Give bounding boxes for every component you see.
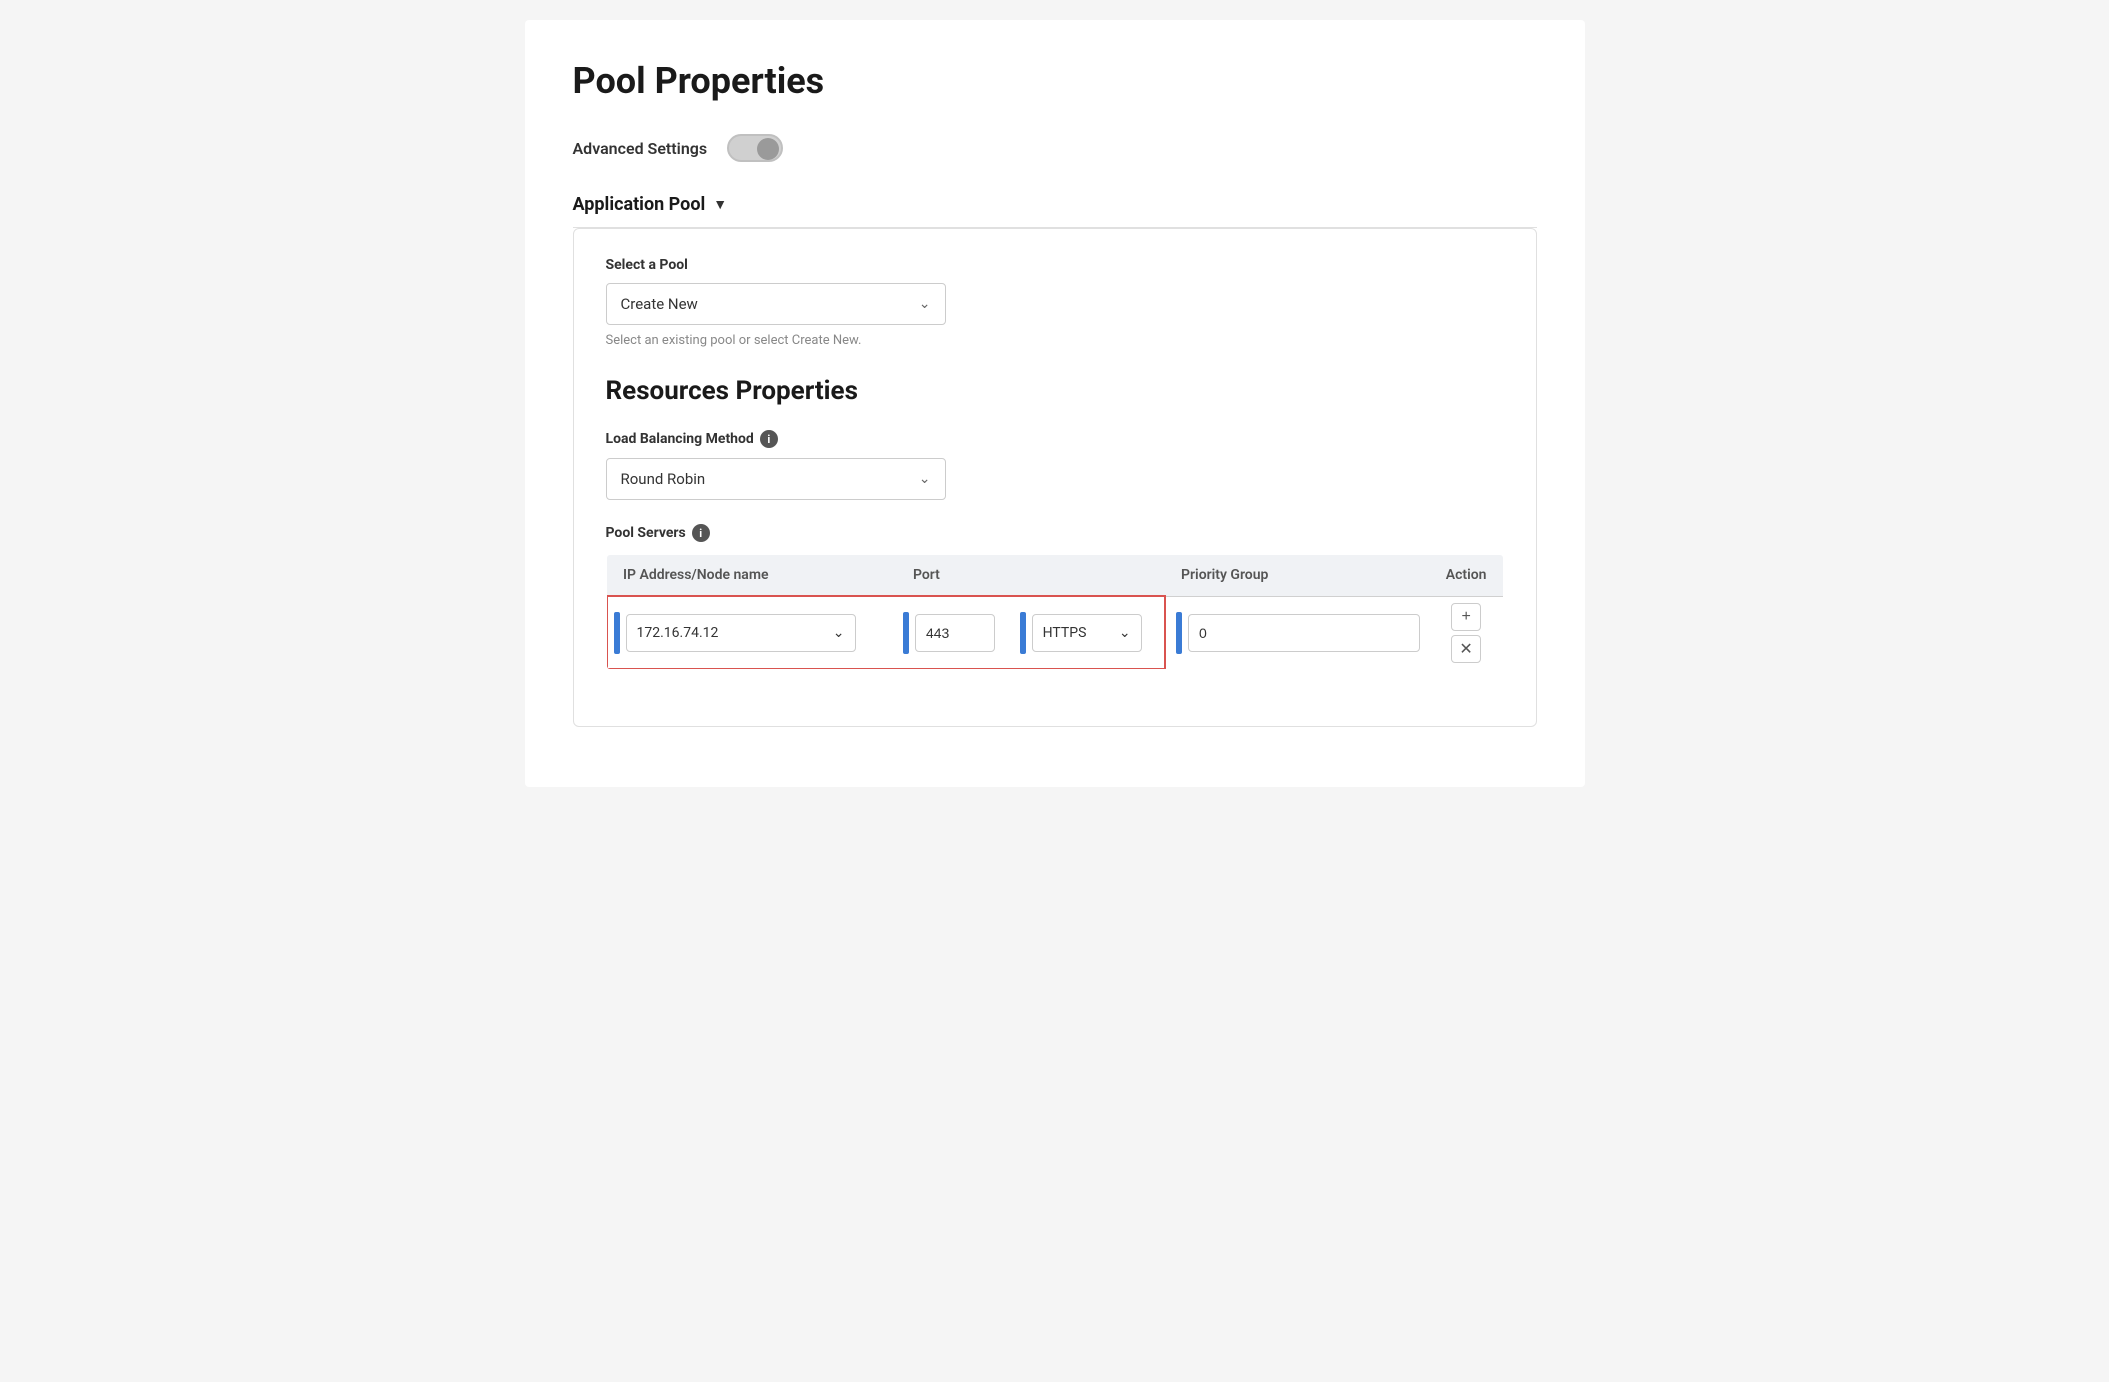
ip-chevron-icon: ⌄ [833,625,845,641]
load-balancing-label: Load Balancing Method i [606,430,1504,448]
port-cell-inner [903,612,1008,654]
advanced-settings-row: Advanced Settings [573,134,1537,162]
ip-cell-inner: 172.16.74.12 ⌄ [614,612,887,654]
protocol-cell: HTTPS ⌄ [1014,596,1165,669]
toggle-knob [757,138,779,160]
priority-blue-bar [1176,612,1182,654]
col-header-protocol [1014,555,1165,597]
select-pool-hint: Select an existing pool or select Create… [606,333,1504,348]
priority-cell [1165,596,1430,669]
ip-blue-bar [614,612,620,654]
col-header-priority: Priority Group [1165,555,1430,597]
priority-input[interactable] [1188,614,1420,652]
col-header-port: Port [897,555,1014,597]
ip-select-dropdown[interactable]: 172.16.74.12 ⌄ [626,614,856,652]
add-row-button[interactable]: + [1451,603,1481,631]
application-pool-label: Application Pool [573,194,706,215]
load-balancing-value: Round Robin [621,470,706,488]
col-header-ip: IP Address/Node name [607,555,897,597]
page-container: Pool Properties Advanced Settings Applic… [525,20,1585,787]
load-balancing-dropdown[interactable]: Round Robin ⌄ [606,458,946,500]
col-header-action: Action [1430,555,1503,597]
select-pool-dropdown[interactable]: Create New ⌄ [606,283,946,325]
application-pool-section-header[interactable]: Application Pool ▼ [573,194,1537,228]
port-input[interactable] [915,614,995,652]
advanced-settings-toggle[interactable] [727,134,783,162]
resources-properties-title: Resources Properties [606,376,1504,406]
table-row: 172.16.74.12 ⌄ [607,596,1504,669]
load-balancing-chevron-icon: ⌄ [919,471,931,487]
pool-servers-label: Pool Servers i [606,524,1504,542]
remove-row-button[interactable]: ✕ [1451,635,1481,663]
protocol-cell-inner: HTTPS ⌄ [1020,612,1158,654]
select-pool-value: Create New [621,295,698,313]
application-pool-card: Select a Pool Create New ⌄ Select an exi… [573,228,1537,727]
protocol-blue-bar [1020,612,1026,654]
pool-servers-table: IP Address/Node name Port Priority Group… [606,554,1504,670]
load-balancing-group: Load Balancing Method i Round Robin ⌄ [606,430,1504,500]
table-header-row: IP Address/Node name Port Priority Group… [607,555,1504,597]
pool-servers-group: Pool Servers i IP Address/Node name Port… [606,524,1504,670]
port-cell [897,596,1014,669]
load-balancing-info-icon[interactable]: i [760,430,778,448]
protocol-value: HTTPS [1043,625,1087,641]
ip-value: 172.16.74.12 [637,625,719,641]
priority-cell-inner [1176,612,1420,654]
port-blue-bar [903,612,909,654]
application-pool-chevron: ▼ [713,196,727,213]
select-pool-label: Select a Pool [606,257,1504,273]
ip-cell: 172.16.74.12 ⌄ [607,596,897,669]
page-title: Pool Properties [573,60,1537,102]
protocol-chevron-icon: ⌄ [1119,625,1131,641]
action-cell: + ✕ [1430,596,1503,669]
select-pool-chevron-icon: ⌄ [919,296,931,312]
select-pool-group: Select a Pool Create New ⌄ Select an exi… [606,257,1504,348]
pool-servers-info-icon[interactable]: i [692,524,710,542]
protocol-select-dropdown[interactable]: HTTPS ⌄ [1032,614,1142,652]
action-buttons: + ✕ [1442,603,1491,663]
advanced-settings-label: Advanced Settings [573,139,708,158]
